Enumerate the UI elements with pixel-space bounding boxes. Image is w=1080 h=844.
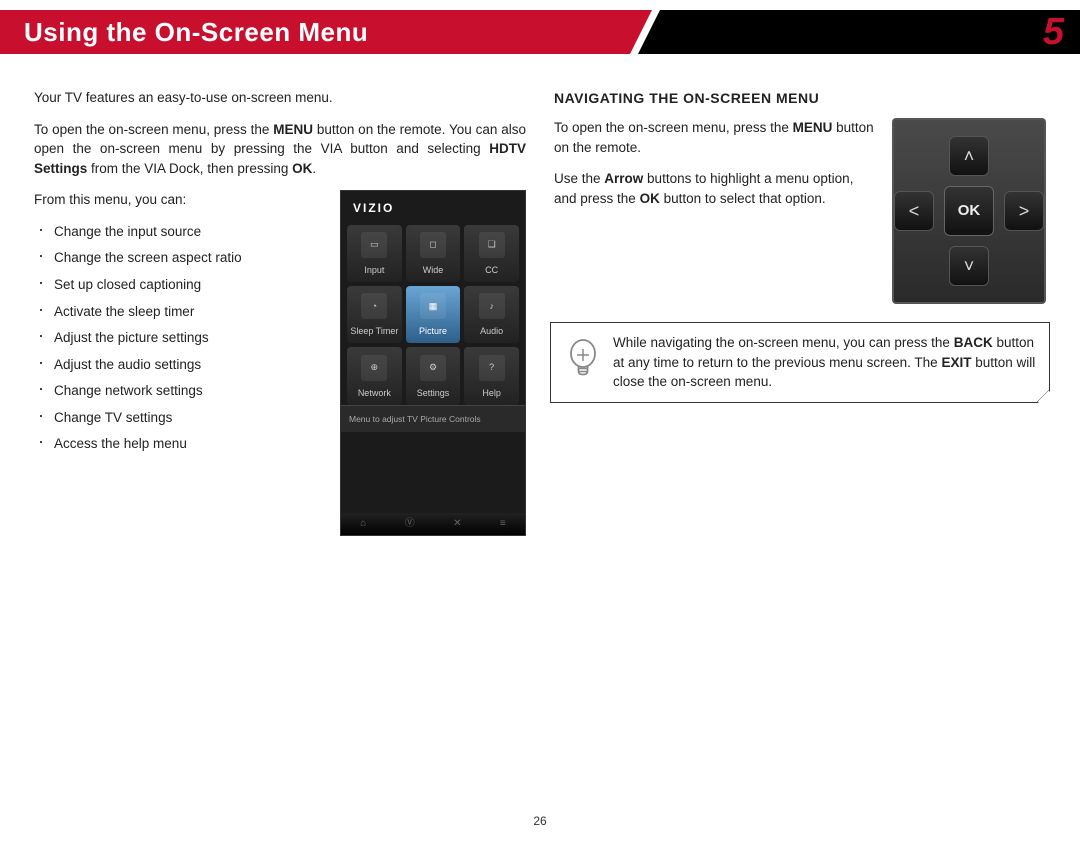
chapter-title: Using the On-Screen Menu: [24, 17, 368, 48]
menu-tile-cc: ❏CC: [464, 225, 519, 282]
list-item: Change TV settings: [54, 408, 324, 428]
arrow-left-icon: ˂: [894, 191, 934, 231]
chapter-number: 5: [1043, 10, 1064, 54]
list-item: Change the screen aspect ratio: [54, 248, 324, 268]
intro-text: Your TV features an easy-to-use on-scree…: [34, 88, 526, 108]
picture-icon: ▦: [420, 293, 446, 319]
open-instruction: To open the on-screen menu, press the ME…: [34, 120, 526, 179]
list-item: Access the help menu: [54, 434, 324, 454]
list-item: Activate the sleep timer: [54, 302, 324, 322]
remote-dpad-image: ˄ ˅ ˂ ˃ OK: [892, 118, 1046, 304]
tip-text: While navigating the on-screen menu, you…: [613, 333, 1037, 392]
list-item: Change the input source: [54, 222, 324, 242]
list-item: Set up closed captioning: [54, 275, 324, 295]
lightbulb-icon: [563, 337, 603, 385]
page-number: 26: [0, 814, 1080, 828]
input-icon: ▭: [361, 232, 387, 258]
section-heading: NAVIGATING THE ON-SCREEN MENU: [554, 88, 1046, 108]
menu-tile-input: ▭Input: [347, 225, 402, 282]
tv-caption-bar: Menu to adjust TV Picture Controls: [341, 405, 525, 432]
menu-tile-network: ⊕Network: [347, 347, 402, 404]
nav-p1: To open the on-screen menu, press the ME…: [554, 118, 878, 157]
arrow-up-icon: ˄: [949, 136, 989, 176]
tv-menu-screenshot: VIZIO ▭Input ◻Wide ❏CC ◔Sleep Timer ▦Pic…: [340, 190, 526, 536]
header-black-bar: [660, 10, 1080, 54]
list-item: Adjust the audio settings: [54, 355, 324, 375]
chapter-header: Using the On-Screen Menu 5: [0, 10, 1080, 54]
settings-icon: ⚙: [420, 355, 446, 381]
tv-bottom-more-icon: ≡: [500, 517, 506, 532]
arrow-down-icon: ˅: [949, 246, 989, 286]
tv-bottom-bar: ⌂ Ⓥ ✕ ≡: [341, 513, 525, 535]
menu-tile-help: ?Help: [464, 347, 519, 404]
nav-p2: Use the Arrow buttons to highlight a men…: [554, 169, 878, 208]
audio-icon: ♪: [479, 293, 505, 319]
list-item: Adjust the picture settings: [54, 328, 324, 348]
bullet-section: From this menu, you can: Change the inpu…: [34, 190, 324, 536]
from-this-text: From this menu, you can:: [34, 190, 324, 210]
wide-icon: ◻: [420, 232, 446, 258]
tip-callout: While navigating the on-screen menu, you…: [550, 322, 1050, 403]
network-icon: ⊕: [361, 355, 387, 381]
tv-bottom-v-icon: Ⓥ: [405, 517, 415, 532]
menu-tile-settings: ⚙Settings: [406, 347, 461, 404]
right-column: NAVIGATING THE ON-SCREEN MENU To open th…: [554, 88, 1046, 536]
menu-tile-sleep: ◔Sleep Timer: [347, 286, 402, 343]
tv-bottom-home-icon: ⌂: [360, 517, 366, 532]
menu-tile-picture: ▦Picture: [406, 286, 461, 343]
help-icon: ?: [479, 355, 505, 381]
menu-tile-wide: ◻Wide: [406, 225, 461, 282]
list-item: Change network settings: [54, 381, 324, 401]
sleep-icon: ◔: [361, 293, 387, 319]
arrow-right-icon: ˃: [1004, 191, 1044, 231]
cc-icon: ❏: [479, 232, 505, 258]
tv-bottom-close-icon: ✕: [453, 517, 461, 532]
tv-brand-logo: VIZIO: [341, 191, 525, 224]
ok-button-icon: OK: [944, 186, 994, 236]
menu-tile-audio: ♪Audio: [464, 286, 519, 343]
header-red-bar: Using the On-Screen Menu: [0, 10, 630, 54]
left-column: Your TV features an easy-to-use on-scree…: [34, 88, 526, 536]
